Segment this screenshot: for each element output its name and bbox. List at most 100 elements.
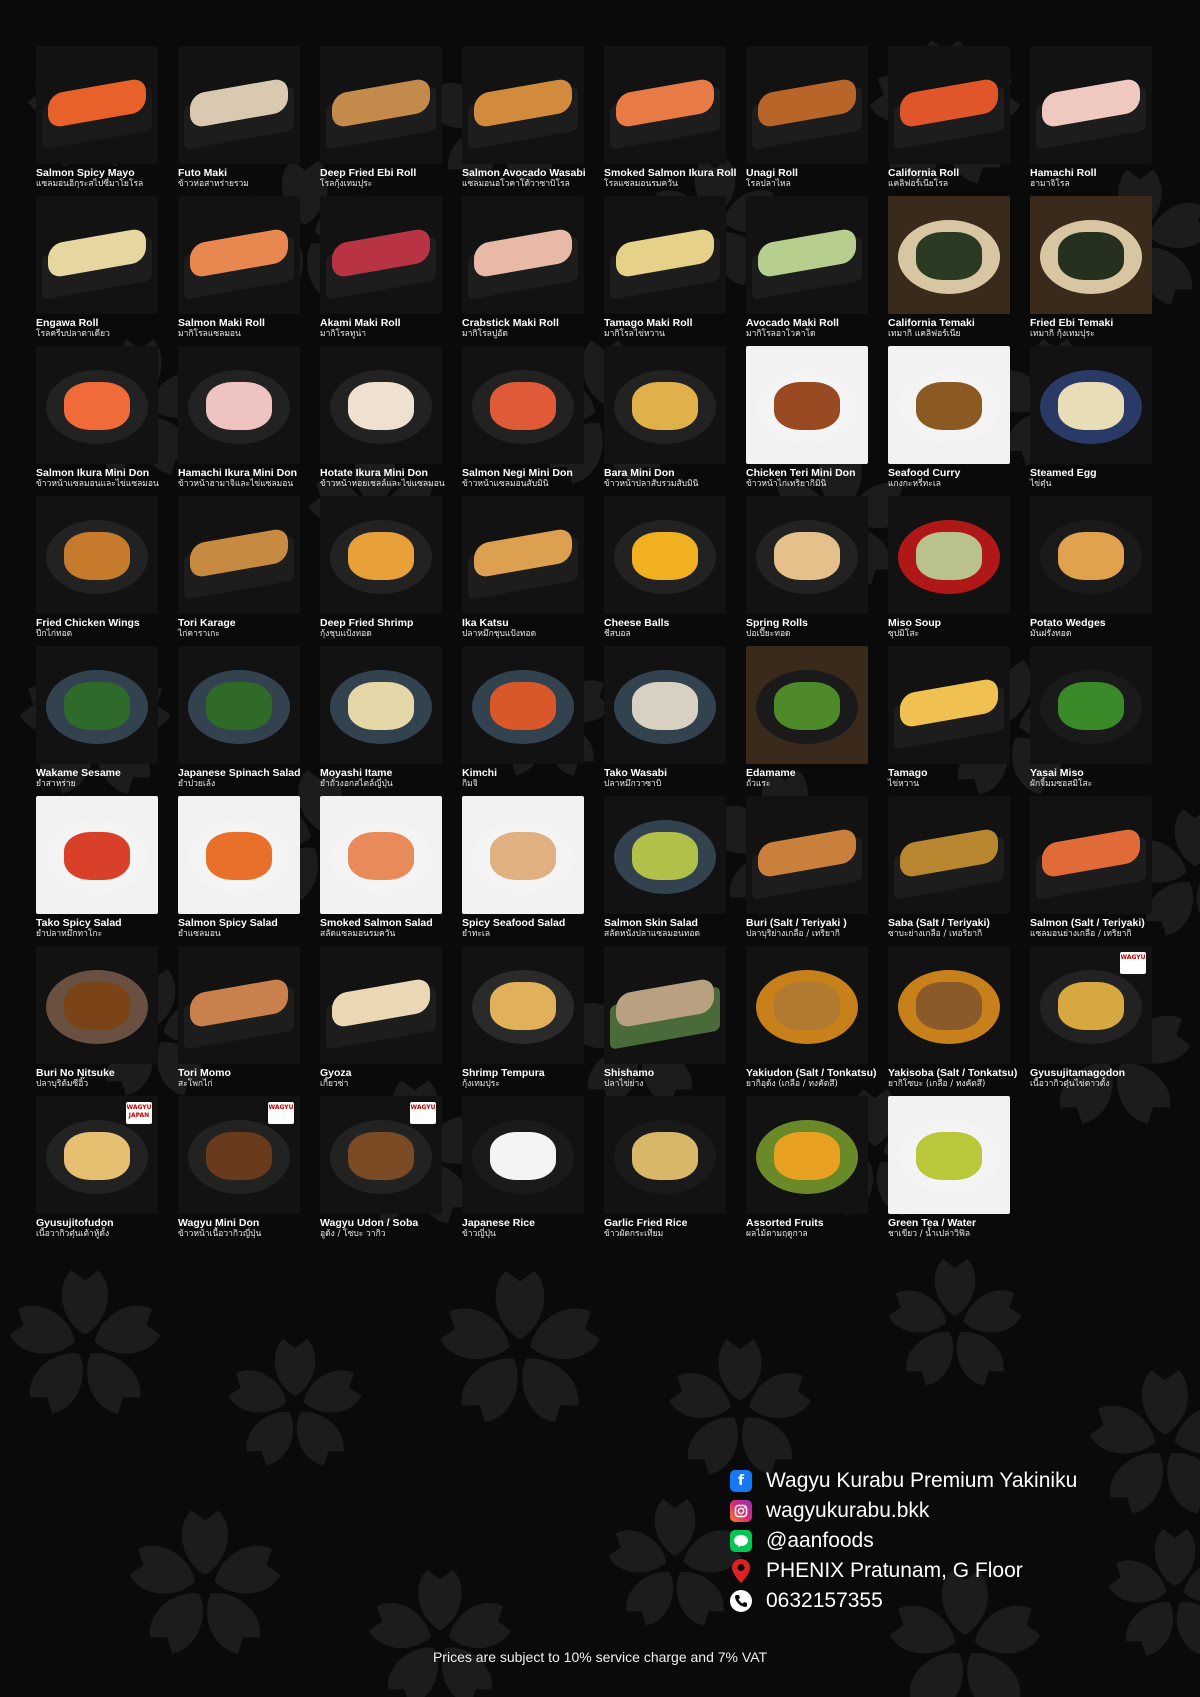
menu-item[interactable]: California Temaki เทมากิ แคลิฟอร์เนีย (888, 196, 1020, 346)
menu-item[interactable]: Futo Maki ข้าวห่อสาหร่ายรวม (178, 46, 310, 196)
menu-item[interactable]: Wakame Sesame ยำสาหร่าย (36, 646, 168, 796)
menu-item[interactable]: Tamago Maki Roll มากิโรลไข่หวาน (604, 196, 736, 346)
menu-item[interactable]: Salmon (Salt / Teriyaki) แซลมอนย่างเกลือ … (1030, 796, 1162, 946)
menu-item[interactable]: Edamame ถั่วแระ (746, 646, 878, 796)
menu-item[interactable]: Shrimp Tempura กุ้งเทมปุระ (462, 946, 594, 1096)
menu-item-name: Salmon Skin Salad (604, 917, 698, 929)
menu-item[interactable]: Salmon Skin Salad สลัดหนังปลาแซลมอนทอด (604, 796, 736, 946)
menu-item[interactable]: Hamachi Roll ฮามาจิโรล (1030, 46, 1162, 196)
food (774, 982, 840, 1030)
menu-item-name: Shishamo (604, 1067, 655, 1079)
menu-item-photo (36, 646, 158, 764)
menu-item[interactable]: Hamachi Ikura Mini Don ข้าวหน้าฮามาจิและไ… (178, 346, 310, 496)
menu-item[interactable]: Bara Mini Don ข้าวหน้าปลาสับรวมสับมินิ (604, 346, 736, 496)
phone-row[interactable]: 0632157355 (730, 1586, 1077, 1616)
menu-item[interactable]: Tori Momo สะโพกไก่ (178, 946, 310, 1096)
menu-item[interactable]: Steamed Egg ไข่ตุ๋น (1030, 346, 1162, 496)
menu-item[interactable]: Gyoza เกี๊ยวซ่า (320, 946, 452, 1096)
menu-item[interactable]: WAGYU Wagyu Udon / Soba อูด้ง / โซบะ วากิว (320, 1096, 452, 1246)
menu-item[interactable]: Smoked Salmon Ikura Roll โรลแซลมอนรมควัน (604, 46, 736, 196)
menu-item[interactable]: Japanese Rice ข้าวญี่ปุ่น (462, 1096, 594, 1246)
menu-item[interactable]: Cheese Balls ชีสบอล (604, 496, 736, 646)
menu-item-photo (604, 346, 726, 464)
menu-item-name: Moyashi Itame (320, 767, 393, 779)
menu-item-name: Saba (Salt / Teriyaki) (888, 917, 990, 929)
menu-item[interactable]: California Roll แคลิฟอร์เนียโรล (888, 46, 1020, 196)
menu-item-thai-name: ปลาบุริต้มซีอิ๊ว (36, 1079, 89, 1089)
food (64, 832, 130, 880)
instagram-row[interactable]: wagyukurabu.bkk (730, 1496, 1077, 1526)
menu-item[interactable]: Saba (Salt / Teriyaki) ซาบะย่างเกลือ / เท… (888, 796, 1020, 946)
menu-item[interactable]: Engawa Roll โรลครีบปลาตาเดียว (36, 196, 168, 346)
menu-item-thai-name: มากิโรลไข่หวาน (604, 329, 665, 339)
menu-item[interactable]: Seafood Curry แกงกะหรี่ทะเล (888, 346, 1020, 496)
wagyu-badge-icon: WAGYU JAPAN (126, 1102, 152, 1124)
line-row[interactable]: @aanfoods (730, 1526, 1077, 1556)
menu-item[interactable]: Salmon Ikura Mini Don ข้าวหน้าแซลมอนและไข… (36, 346, 168, 496)
menu-item[interactable]: Kimchi กิมจิ (462, 646, 594, 796)
menu-item-thai-name: กุ้งเทมปุระ (462, 1079, 500, 1089)
menu-item[interactable]: Akami Maki Roll มากิโรลทูน่า (320, 196, 452, 346)
menu-item[interactable]: Crabstick Maki Roll มากิโรลปูอัด (462, 196, 594, 346)
menu-item-name: California Temaki (888, 317, 975, 329)
menu-item[interactable]: Salmon Negi Mini Don ข้าวหน้าแซลมอนสับมิน… (462, 346, 594, 496)
menu-item[interactable]: Spicy Seafood Salad ยำทะเล (462, 796, 594, 946)
menu-item[interactable]: Salmon Avocado Wasabi แซลมอนอโวคาโด้วาซาบ… (462, 46, 594, 196)
facebook-icon: f (730, 1470, 752, 1492)
menu-item-thai-name: แกงกะหรี่ทะเล (888, 479, 941, 489)
menu-item[interactable]: Fried Chicken Wings ปีกไก่ทอด (36, 496, 168, 646)
location-row[interactable]: PHENIX Pratunam, G Floor (730, 1556, 1077, 1586)
food (490, 1132, 556, 1180)
menu-item-name: Salmon Spicy Mayo (36, 167, 135, 179)
menu-item-name: Crabstick Maki Roll (462, 317, 559, 329)
menu-item[interactable]: Moyashi Itame ยำถั่วงอกสไตล์ญี่ปุ่น (320, 646, 452, 796)
menu-item[interactable]: Garlic Fried Rice ข้าวผัดกระเทียม (604, 1096, 736, 1246)
menu-item[interactable]: Smoked Salmon Salad สลัดแซลมอนรมควัน (320, 796, 452, 946)
menu-item[interactable]: Yakisoba (Salt / Tonkatsu) ยากิโซบะ (เกลื… (888, 946, 1020, 1096)
menu-item[interactable]: Tamago ไข่หวาน (888, 646, 1020, 796)
menu-item[interactable]: Buri (Salt / Teriyaki ) ปลาบุริย่างเกลือ … (746, 796, 878, 946)
phone-icon (730, 1590, 752, 1612)
menu-item[interactable]: Salmon Spicy Mayo แซลมอนอิกุระสไปซี่มาโยโ… (36, 46, 168, 196)
menu-item[interactable]: Shishamo ปลาไข่ย่าง (604, 946, 736, 1096)
menu-item[interactable]: Tako Wasabi ปลาหมึกวาซาบิ (604, 646, 736, 796)
menu-item[interactable]: Salmon Maki Roll มากิโรลแซลมอน (178, 196, 310, 346)
menu-item[interactable]: Avocado Maki Roll มากิโรลอาโวคาโด (746, 196, 878, 346)
menu-item[interactable]: Yakiudon (Salt / Tonkatsu) ยากิอุด้ง (เกล… (746, 946, 878, 1096)
menu-item[interactable]: Buri No Nitsuke ปลาบุริต้มซีอิ๊ว (36, 946, 168, 1096)
facebook-row[interactable]: f Wagyu Kurabu Premium Yakiniku (730, 1466, 1077, 1496)
menu-item[interactable]: Hotate Ikura Mini Don ข้าวหน้าหอยเชลล์และ… (320, 346, 452, 496)
menu-item-name: Fried Ebi Temaki (1030, 317, 1114, 329)
menu-item-photo (320, 346, 442, 464)
menu-item-name: Chicken Teri Mini Don (746, 467, 856, 479)
menu-item[interactable]: Deep Fried Ebi Roll โรลกุ้งเทมปุระ (320, 46, 452, 196)
menu-item-name: Avocado Maki Roll (746, 317, 839, 329)
menu-item[interactable]: WAGYU JAPAN Gyusujitofudon เนื้อวากิวตุ๋นเ… (36, 1096, 168, 1246)
menu-item[interactable]: Miso Soup ซุปมิโสะ (888, 496, 1020, 646)
menu-item-thai-name: กุ้งชุบแป้งทอด (320, 629, 372, 639)
menu-item[interactable]: Deep Fried Shrimp กุ้งชุบแป้งทอด (320, 496, 452, 646)
menu-item[interactable]: Assorted Fruits ผลไม้ตามฤดูกาล (746, 1096, 878, 1246)
menu-item[interactable]: Tori Karage ไก่คาราเกะ (178, 496, 310, 646)
menu-item[interactable]: Chicken Teri Mini Don ข้าวหน้าไก่เทริยากิ… (746, 346, 878, 496)
menu-item[interactable]: Fried Ebi Temaki เทมากิ กุ้งเทมปุระ (1030, 196, 1162, 346)
menu-item-thai-name: ข้าวหน้าเนื้อวากิวญี่ปุ่น (178, 1229, 262, 1239)
menu-item-thai-name: ซุปมิโสะ (888, 629, 920, 639)
menu-item[interactable]: Potato Wedges มันฝรั่งทอด (1030, 496, 1162, 646)
menu-item[interactable]: Ika Katsu ปลาหมึกชุบแป้งทอด (462, 496, 594, 646)
menu-item[interactable]: Unagi Roll โรลปลาไหล (746, 46, 878, 196)
menu-item-thai-name: ไข่ตุ๋น (1030, 479, 1052, 489)
menu-item[interactable]: WAGYU Gyusujitamagodon เนื้อวากิวตุ๋นไข่ดา… (1030, 946, 1162, 1096)
menu-item[interactable]: Salmon Spicy Salad ยำแซลมอน (178, 796, 310, 946)
menu-item[interactable]: Spring Rolls ปอเปี๊ยะทอด (746, 496, 878, 646)
menu-item[interactable]: Yasai Miso ผักจิ้มมซอสมิโสะ (1030, 646, 1162, 796)
menu-item[interactable]: Green Tea / Water ชาเขียว / น้ำเปล่าวิฟิล (888, 1096, 1020, 1246)
menu-item-name: Yakiudon (Salt / Tonkatsu) (746, 1067, 877, 1079)
menu-item[interactable]: WAGYU Wagyu Mini Don ข้าวหน้าเนื้อวากิวญี่… (178, 1096, 310, 1246)
wagyu-badge-icon: WAGYU (268, 1102, 294, 1124)
menu-item[interactable]: Japanese Spinach Salad ยำปวยเล้ง (178, 646, 310, 796)
food (206, 682, 272, 730)
menu-item[interactable]: Tako Spicy Salad ยำปลาหมึกทาโกะ (36, 796, 168, 946)
instagram-icon (730, 1500, 752, 1522)
food (632, 832, 698, 880)
